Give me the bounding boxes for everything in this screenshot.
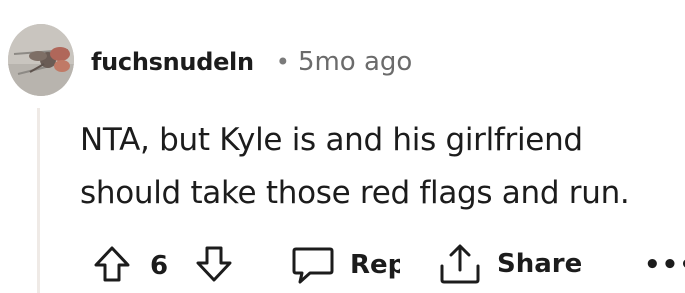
more-dots-icon: ••• xyxy=(644,250,685,280)
avatar[interactable] xyxy=(8,24,74,96)
downvote-arrow-icon xyxy=(196,246,232,282)
more-options-button[interactable]: ••• xyxy=(644,250,685,280)
comment-body-line: NTA, but Kyle is and his girlfriend xyxy=(80,122,583,158)
speech-bubble-icon xyxy=(292,247,334,284)
comment-body-line: should take those red flags and run. xyxy=(80,175,630,211)
reply-label: Reply xyxy=(350,250,400,280)
upvote-arrow-icon xyxy=(94,246,130,282)
reply-button[interactable]: Reply xyxy=(290,244,400,286)
share-label: Share xyxy=(497,249,583,279)
vote-count-wrap: 6 xyxy=(150,250,168,282)
comment-timestamp[interactable]: 5mo ago xyxy=(298,47,412,77)
comment-action-bar: 6 Reply Share ••• xyxy=(0,238,685,293)
comment-header: fuchsnudeln • 5mo ago xyxy=(91,40,412,84)
meta-separator: • xyxy=(275,48,290,76)
upvote-button[interactable] xyxy=(90,244,134,284)
share-upload-icon xyxy=(440,244,480,284)
vote-count: 6 xyxy=(150,251,169,281)
downvote-button[interactable] xyxy=(192,244,236,284)
avatar-image xyxy=(8,24,74,96)
comment-body: NTA, but Kyle is and his girlfriend shou… xyxy=(80,114,680,220)
author-username[interactable]: fuchsnudeln xyxy=(91,48,254,76)
share-button[interactable]: Share xyxy=(437,242,582,286)
